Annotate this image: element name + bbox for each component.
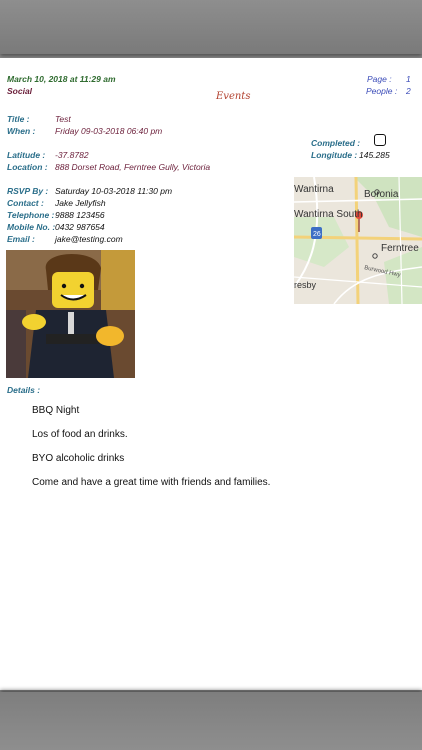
title-label: Title : <box>7 114 30 124</box>
latitude-value: -37.8782 <box>55 150 89 160</box>
page-title: Events <box>216 91 251 102</box>
contact-value: Jake Jellyfish <box>55 198 106 208</box>
longitude-label: Longitude : <box>311 150 358 160</box>
telephone-label: Telephone : <box>7 210 55 220</box>
people-label: People : <box>366 86 398 96</box>
when-label: When : <box>7 126 36 136</box>
map-label-resby: resby <box>294 280 317 290</box>
page-number: 1 <box>406 74 411 84</box>
location-value: 888 Dorset Road, Ferntree Gully, Victori… <box>55 162 211 172</box>
details-line: Come and have a great time with friends … <box>32 477 271 488</box>
completed-checkbox[interactable] <box>374 134 386 146</box>
email-label: Email : <box>7 234 35 244</box>
contact-label: Contact : <box>7 198 44 208</box>
details-line: Los of food an drinks. <box>32 429 128 440</box>
map-label-wantirna: Wantirna <box>294 184 334 195</box>
report-datetime: March 10, 2018 at 11:29 am <box>7 74 116 84</box>
report-category: Social <box>7 86 33 96</box>
top-toolbar <box>0 0 422 54</box>
mobile-value: 0432 987654 <box>55 222 105 232</box>
latitude-label: Latitude : <box>7 150 46 160</box>
map-label-ferntree: Ferntree G <box>381 243 422 254</box>
map-graphic: 26 Wantirna Boronia Wantirna South Fernt… <box>294 177 422 304</box>
event-photo <box>6 250 135 378</box>
details-line: BBQ Night <box>32 405 80 416</box>
when-value: Friday 09-03-2018 06:40 pm <box>55 126 163 136</box>
details-label: Details : <box>7 385 41 395</box>
location-map[interactable]: 26 Wantirna Boronia Wantirna South Fernt… <box>294 177 422 304</box>
bottom-toolbar <box>0 692 422 750</box>
completed-label: Completed : <box>311 138 361 148</box>
page-label: Page : <box>367 74 392 84</box>
longitude-value: 145.285 <box>359 150 390 160</box>
map-label-wantirna-south: Wantirna South <box>294 209 363 220</box>
rsvp-value: Saturday 10-03-2018 11:30 pm <box>55 186 173 196</box>
map-label-boronia: Boronia <box>364 189 399 200</box>
telephone-value: 9888 123456 <box>55 210 105 220</box>
map-label-road-number: 26 <box>313 231 321 238</box>
mobile-label: Mobile No. : <box>7 222 56 232</box>
email-value: jake@testing.com <box>55 234 123 244</box>
details-line: BYO alcoholic drinks <box>32 453 125 464</box>
people-count: 2 <box>406 86 411 96</box>
lego-figure-image <box>6 250 135 378</box>
location-label: Location : <box>7 162 48 172</box>
title-value: Test <box>55 114 71 124</box>
rsvp-label: RSVP By : <box>7 186 49 196</box>
